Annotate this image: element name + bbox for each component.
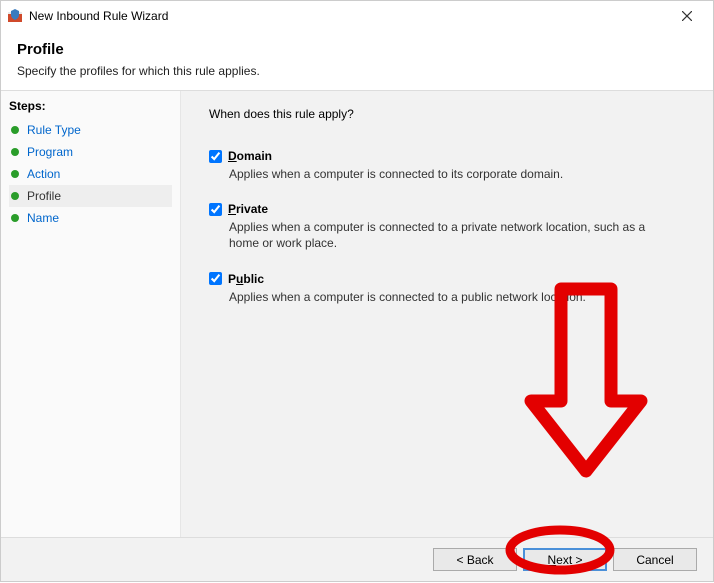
desc-private: Applies when a computer is connected to … [229,219,649,251]
step-label: Program [27,145,73,159]
step-bullet-icon [11,170,19,178]
step-action[interactable]: Action [9,163,172,185]
step-label: Rule Type [27,123,81,137]
step-label: Name [27,211,59,225]
window-title: New Inbound Rule Wizard [29,9,667,23]
label-domain[interactable]: Domain [228,149,272,163]
option-domain: Domain Applies when a computer is connec… [209,149,693,182]
step-bullet-icon [11,126,19,134]
close-button[interactable] [667,2,707,30]
desc-public: Applies when a computer is connected to … [229,289,649,305]
step-label: Profile [27,189,61,203]
steps-panel: Steps: Rule Type Program Action Profile … [1,91,181,537]
option-private: Private Applies when a computer is conne… [209,202,693,251]
back-button[interactable]: < Back [433,548,517,571]
step-bullet-icon [11,214,19,222]
checkbox-private[interactable] [209,203,222,216]
page-description: Specify the profiles for which this rule… [17,64,697,78]
close-icon [682,11,692,21]
step-name[interactable]: Name [9,207,172,229]
cancel-button[interactable]: Cancel [613,548,697,571]
step-profile[interactable]: Profile [9,185,172,207]
wizard-footer: < Back Next > Cancel [1,537,713,581]
step-label: Action [27,167,60,181]
wizard-header: Profile Specify the profiles for which t… [1,31,713,90]
checkbox-public[interactable] [209,272,222,285]
steps-heading: Steps: [9,99,172,113]
step-bullet-icon [11,148,19,156]
step-bullet-icon [11,192,19,200]
wizard-window: New Inbound Rule Wizard Profile Specify … [0,0,714,582]
step-program[interactable]: Program [9,141,172,163]
label-public[interactable]: Public [228,272,264,286]
checkbox-domain[interactable] [209,150,222,163]
desc-domain: Applies when a computer is connected to … [229,166,649,182]
profile-question: When does this rule apply? [209,107,693,121]
step-rule-type[interactable]: Rule Type [9,119,172,141]
content-panel: When does this rule apply? Domain Applie… [181,91,713,537]
wizard-body: Steps: Rule Type Program Action Profile … [1,90,713,537]
label-private[interactable]: Private [228,202,268,216]
next-button[interactable]: Next > [523,548,607,571]
option-public: Public Applies when a computer is connec… [209,272,693,305]
titlebar: New Inbound Rule Wizard [1,1,713,31]
firewall-icon [7,8,23,24]
page-title: Profile [17,41,697,58]
